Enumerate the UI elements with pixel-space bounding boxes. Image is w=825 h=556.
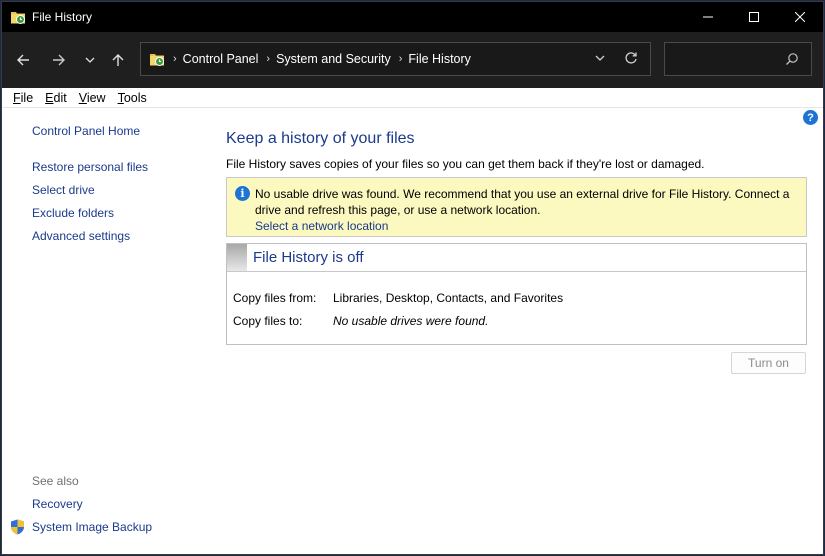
recent-locations-icon xyxy=(85,57,95,63)
breadcrumb-file-history[interactable]: File History xyxy=(408,52,471,66)
close-button[interactable] xyxy=(777,2,823,32)
title-bar[interactable]: File History xyxy=(2,2,823,32)
window-title: File History xyxy=(32,10,93,24)
breadcrumb-system-and-security[interactable]: System and Security xyxy=(276,52,391,66)
up-arrow-icon xyxy=(112,54,124,66)
menu-file[interactable]: File xyxy=(12,91,34,105)
help-icon: ? xyxy=(807,111,814,124)
forward-arrow-icon xyxy=(53,54,65,66)
search-box xyxy=(664,42,812,76)
menu-edit[interactable]: Edit xyxy=(44,91,68,105)
menu-edit-accesskey: E xyxy=(45,90,54,105)
page-description: File History saves copies of your files … xyxy=(226,157,705,171)
menu-file-accesskey: F xyxy=(13,90,21,105)
copy-from-label: Copy files from: xyxy=(233,291,317,305)
advanced-settings-link[interactable]: Advanced settings xyxy=(32,229,130,243)
breadcrumb-control-panel[interactable]: Control Panel xyxy=(183,52,259,66)
menu-view[interactable]: View xyxy=(78,91,107,105)
file-history-icon xyxy=(149,51,165,67)
info-message: No usable drive was found. We recommend … xyxy=(255,187,790,217)
copy-to-label: Copy files to: xyxy=(233,314,303,328)
forward-button[interactable] xyxy=(47,48,71,72)
search-icon[interactable] xyxy=(785,52,799,69)
control-panel-home-link[interactable]: Control Panel Home xyxy=(32,124,140,138)
info-icon: i xyxy=(235,186,250,201)
status-indicator xyxy=(227,244,247,271)
breadcrumb: › Control Panel › System and Security › … xyxy=(149,51,471,67)
chevron-right-icon: › xyxy=(266,53,271,65)
up-button[interactable] xyxy=(106,48,130,72)
menu-tools-rest: ools xyxy=(123,90,147,105)
address-bar[interactable]: › Control Panel › System and Security › … xyxy=(140,42,651,76)
select-drive-link[interactable]: Select drive xyxy=(32,183,95,197)
shield-icon xyxy=(10,519,25,535)
minimize-button[interactable] xyxy=(685,2,731,32)
left-pane: Control Panel Home Restore personal file… xyxy=(2,109,207,554)
help-button[interactable]: ? xyxy=(803,110,818,125)
info-bar: i No usable drive was found. We recommen… xyxy=(226,177,807,237)
close-icon xyxy=(795,12,805,22)
restore-personal-files-link[interactable]: Restore personal files xyxy=(32,160,148,174)
copy-to-value: No usable drives were found. xyxy=(333,314,489,328)
chevron-down-icon xyxy=(595,55,605,61)
menu-view-rest: iew xyxy=(86,90,106,105)
file-history-window: File History › Control Panel › System an… xyxy=(1,1,824,555)
refresh-icon xyxy=(625,52,637,64)
see-also-label: See also xyxy=(32,474,79,488)
status-panel: File History is off Copy files from: Lib… xyxy=(226,243,807,345)
maximize-icon xyxy=(749,12,759,22)
address-dropdown-button[interactable] xyxy=(594,52,606,67)
menu-tools[interactable]: Tools xyxy=(117,91,148,105)
maximize-button[interactable] xyxy=(731,2,777,32)
chevron-right-icon: › xyxy=(173,53,177,65)
back-button[interactable] xyxy=(11,48,35,72)
select-network-location-link[interactable]: Select a network location xyxy=(255,219,388,233)
menu-file-rest: ile xyxy=(20,90,34,105)
exclude-folders-link[interactable]: Exclude folders xyxy=(32,206,114,220)
turn-on-button[interactable]: Turn on xyxy=(731,352,806,374)
page-title: Keep a history of your files xyxy=(226,130,415,147)
chevron-right-icon: › xyxy=(398,53,403,65)
menu-bar: File Edit View Tools xyxy=(2,88,823,108)
navigation-bar: › Control Panel › System and Security › … xyxy=(2,32,823,88)
system-image-backup-link[interactable]: System Image Backup xyxy=(32,520,152,534)
minimize-icon xyxy=(703,16,713,18)
recovery-link[interactable]: Recovery xyxy=(32,497,83,511)
search-input[interactable] xyxy=(671,50,781,68)
recent-locations-button[interactable] xyxy=(78,48,102,72)
menu-view-accesskey: V xyxy=(78,90,87,105)
file-history-icon xyxy=(10,9,26,25)
window-controls xyxy=(685,2,823,32)
back-arrow-icon xyxy=(17,54,29,66)
refresh-button[interactable] xyxy=(624,51,638,68)
status-header: File History is off xyxy=(227,244,806,272)
copy-from-value: Libraries, Desktop, Contacts, and Favori… xyxy=(333,291,564,305)
status-title: File History is off xyxy=(253,249,364,266)
menu-edit-rest: dit xyxy=(53,90,67,105)
